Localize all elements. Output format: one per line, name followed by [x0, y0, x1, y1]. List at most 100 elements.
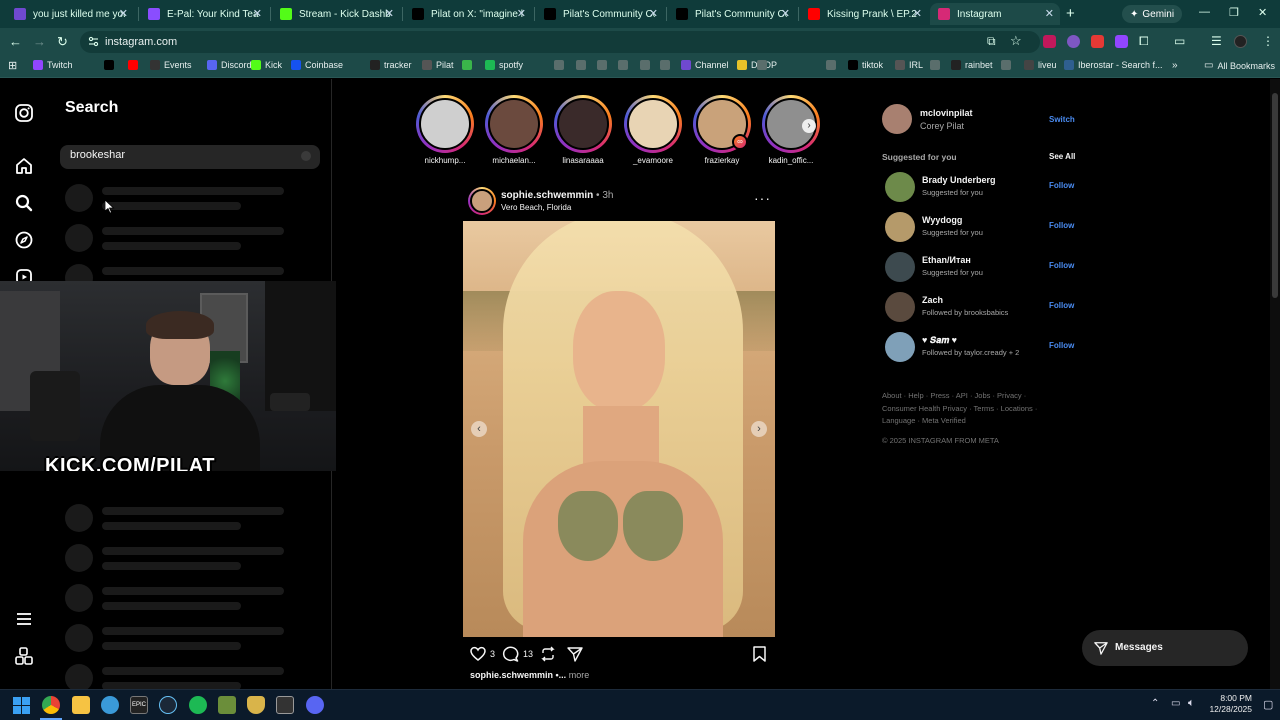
extension-adblock-icon[interactable]: [1091, 35, 1104, 48]
explore-icon[interactable]: [14, 230, 34, 250]
suggested-username[interactable]: ♥ 𝑺𝒂𝒎 ♥: [922, 335, 957, 346]
spotify-taskbar-icon[interactable]: [189, 696, 207, 714]
comment-icon[interactable]: [502, 646, 519, 662]
see-all-suggested-button[interactable]: See All: [1049, 152, 1075, 161]
post-image[interactable]: ‹ ›: [463, 221, 775, 637]
suggested-user-avatar[interactable]: [885, 252, 915, 282]
more-menu-icon[interactable]: [14, 609, 34, 629]
tray-overflow-icon[interactable]: ⌃: [1151, 698, 1159, 709]
bookmark-item[interactable]: tiktok: [848, 60, 883, 70]
suggested-username[interactable]: Zach: [922, 295, 943, 305]
browser-tab[interactable]: Stream - Kick Dashb ✕: [272, 3, 400, 25]
bookmark-item[interactable]: Channel: [681, 60, 729, 70]
search-input-container[interactable]: [60, 145, 320, 169]
post-author-avatar-ring[interactable]: [468, 187, 496, 215]
bookmark-item[interactable]: [462, 60, 472, 70]
restore-button[interactable]: ❐: [1229, 6, 1239, 19]
footer-line-1[interactable]: About · Help · Press · API · Jobs · Priv…: [882, 390, 1082, 403]
comment-count[interactable]: 13: [523, 649, 533, 659]
current-user-username[interactable]: mclovinpilat: [920, 108, 973, 118]
search-input[interactable]: [70, 149, 290, 161]
tab-close-icon[interactable]: ✕: [1045, 7, 1054, 20]
browser-tab[interactable]: Pilat's Community Com✕: [536, 3, 664, 25]
apps-grid-icon[interactable]: ⊞: [8, 59, 17, 72]
suggested-username[interactable]: Wyydogg: [922, 215, 962, 225]
clear-search-icon[interactable]: [301, 151, 311, 161]
extension-twitch-icon[interactable]: [1115, 35, 1128, 48]
bookmark-star-icon[interactable]: ☆: [1010, 33, 1022, 49]
bookmark-item[interactable]: liveu: [1024, 60, 1057, 70]
messages-button[interactable]: Messages: [1082, 630, 1248, 666]
caption-username[interactable]: sophie.schwemmin: [470, 670, 553, 680]
browser-app-icon[interactable]: [101, 696, 119, 714]
bookmark-item[interactable]: IRL: [895, 60, 923, 70]
bookmark-favicon-icon[interactable]: [576, 60, 586, 70]
discord-taskbar-icon[interactable]: [306, 696, 324, 714]
bookmark-item[interactable]: Events: [150, 60, 192, 70]
suggested-user-avatar[interactable]: [885, 292, 915, 322]
minimize-button[interactable]: —: [1199, 6, 1210, 18]
bookmark-favicon-icon[interactable]: [640, 60, 650, 70]
tab-close-icon[interactable]: ✕: [119, 7, 128, 20]
story-item[interactable]: linasaraaaa: [548, 95, 618, 167]
windows-start-icon[interactable]: [13, 697, 30, 714]
switch-account-button[interactable]: Switch: [1049, 115, 1075, 124]
like-heart-icon[interactable]: [470, 646, 486, 662]
story-item[interactable]: frazierkay: [687, 95, 757, 167]
tab-close-icon[interactable]: ✕: [781, 7, 790, 20]
bookmark-item[interactable]: Iberostar - Search f...: [1064, 60, 1163, 70]
steam-icon[interactable]: [159, 696, 177, 714]
tab-close-icon[interactable]: ✕: [913, 7, 922, 20]
menu-kebab-icon[interactable]: ⋮: [1262, 34, 1274, 48]
bookmark-item[interactable]: [104, 60, 114, 70]
install-app-icon[interactable]: ⧉: [987, 34, 996, 49]
post-next-arrow-icon[interactable]: ›: [751, 421, 767, 437]
close-window-button[interactable]: ✕: [1258, 6, 1267, 19]
bookmark-favicon-icon[interactable]: [1001, 60, 1011, 70]
bookmark-favicon-icon[interactable]: [826, 60, 836, 70]
post-location[interactable]: Vero Beach, Florida: [501, 203, 571, 212]
extension-shield-icon[interactable]: [1043, 35, 1056, 48]
cast-icon[interactable]: ▭: [1174, 34, 1185, 48]
chrome-taskbar-icon[interactable]: [42, 696, 60, 714]
footer-line-2[interactable]: Consumer Health Privacy · Terms · Locati…: [882, 403, 1082, 416]
bookmark-favicon-icon[interactable]: [930, 60, 940, 70]
app-keyboard-icon[interactable]: [276, 696, 294, 714]
tab-close-icon[interactable]: ✕: [517, 7, 526, 20]
bookmark-favicon-icon[interactable]: [597, 60, 607, 70]
app-bell-icon[interactable]: [247, 696, 265, 714]
file-explorer-icon[interactable]: [72, 696, 90, 714]
all-bookmarks[interactable]: ▭ All Bookmarks: [1204, 60, 1275, 71]
bookmark-favicon-icon[interactable]: [660, 60, 670, 70]
follow-button[interactable]: Follow: [1049, 261, 1074, 270]
also-from-meta-icon[interactable]: [14, 646, 34, 666]
home-icon[interactable]: [14, 156, 34, 176]
reading-list-icon[interactable]: ☰: [1211, 34, 1222, 48]
gemini-button[interactable]: ✦ Gemini: [1122, 5, 1183, 23]
bookmark-favicon-icon[interactable]: [554, 60, 564, 70]
story-item[interactable]: nickhump...: [410, 95, 480, 167]
browser-tab[interactable]: Pilat on X: "imagine hav✕: [404, 3, 532, 25]
browser-tab[interactable]: Pilat's Community Com✕: [668, 3, 796, 25]
suggested-user-avatar[interactable]: [885, 212, 915, 242]
tray-notification-icon[interactable]: ▢: [1263, 698, 1273, 711]
repost-icon[interactable]: [540, 646, 556, 662]
bookmark-item[interactable]: Discord: [207, 60, 252, 70]
extension-cloud-icon[interactable]: [1067, 35, 1080, 48]
back-icon[interactable]: ←: [9, 34, 22, 49]
follow-button[interactable]: Follow: [1049, 301, 1074, 310]
site-info-icon[interactable]: [88, 36, 99, 47]
tray-network-icon[interactable]: ▭: [1171, 698, 1180, 709]
save-bookmark-icon[interactable]: [752, 646, 767, 662]
story-item[interactable]: michaelan...: [479, 95, 549, 167]
caption-more-link[interactable]: more: [569, 670, 590, 680]
post-prev-arrow-icon[interactable]: ‹: [471, 421, 487, 437]
suggested-username[interactable]: Brady Underberg: [922, 175, 996, 185]
bookmark-item[interactable]: Twitch: [33, 60, 73, 70]
post-options-icon[interactable]: ···: [754, 190, 771, 206]
post-author-username[interactable]: sophie.schwemmin: [501, 190, 593, 201]
current-user-avatar[interactable]: [882, 104, 912, 134]
tab-close-icon[interactable]: ✕: [253, 7, 262, 20]
story-item[interactable]: _evamoore: [618, 95, 688, 167]
epic-games-icon[interactable]: EPIC: [130, 696, 148, 714]
